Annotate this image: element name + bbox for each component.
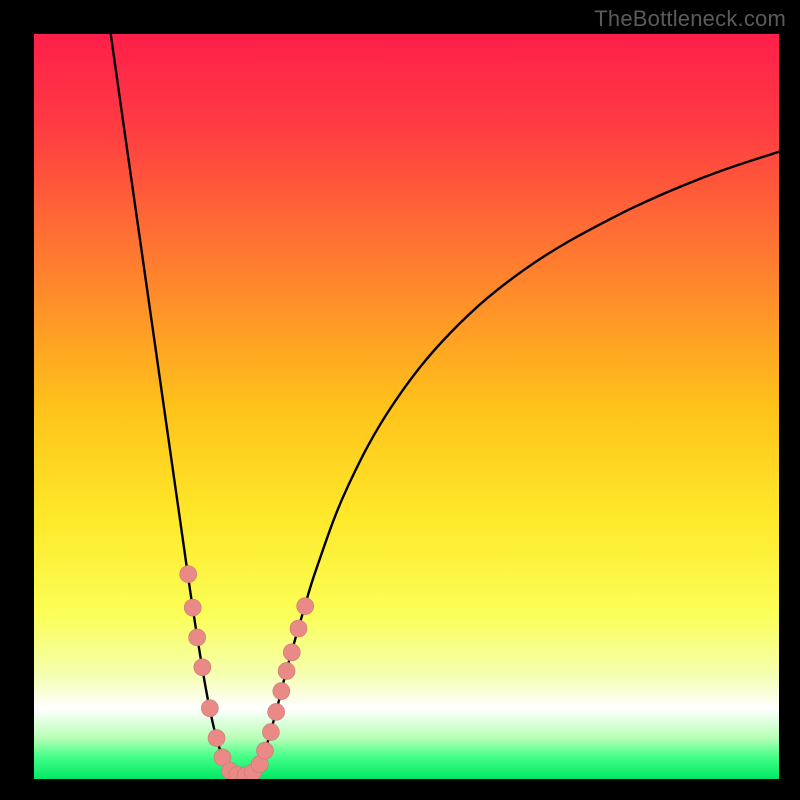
marker-point — [184, 599, 201, 616]
marker-point — [208, 730, 225, 747]
marker-point — [290, 620, 307, 637]
plot-svg — [34, 34, 779, 779]
marker-point — [268, 703, 285, 720]
chart-frame: TheBottleneck.com — [0, 0, 800, 800]
watermark-text: TheBottleneck.com — [594, 6, 786, 32]
marker-point — [180, 566, 197, 583]
marker-point — [297, 598, 314, 615]
marker-point — [278, 662, 295, 679]
marker-point — [194, 659, 211, 676]
marker-point — [262, 724, 279, 741]
marker-point — [256, 742, 273, 759]
marker-point — [189, 629, 206, 646]
marker-point — [273, 683, 290, 700]
marker-point — [201, 700, 218, 717]
plot-area — [34, 34, 779, 779]
gradient-background — [34, 34, 779, 779]
marker-point — [283, 644, 300, 661]
